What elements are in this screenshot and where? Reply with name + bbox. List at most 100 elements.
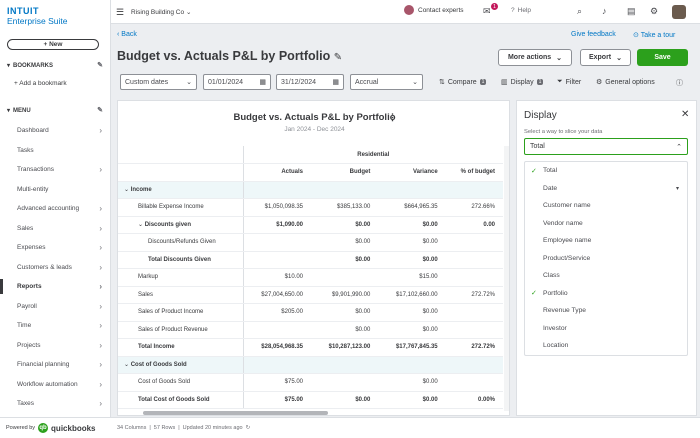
sidebar-item-sales[interactable]: Sales ›	[0, 219, 111, 239]
vertical-scrollbar[interactable]	[504, 146, 509, 411]
sidebar-item-expenses[interactable]: Expenses ›	[0, 238, 111, 258]
company-switcher[interactable]: Rising Building Co ⌄	[131, 8, 191, 16]
chevron-down-icon[interactable]: ▾	[7, 62, 10, 69]
sidebar-item-payroll[interactable]: Payroll ›	[0, 297, 111, 317]
cell-value[interactable]	[445, 233, 503, 252]
cell-value[interactable]: $1,090.00	[243, 216, 311, 234]
user-avatar[interactable]	[672, 5, 686, 19]
cell-value[interactable]: $0.00	[311, 303, 379, 322]
collapse-caret-icon[interactable]: ⌄	[138, 222, 145, 228]
table-row[interactable]: Discounts/Refunds Given $0.00 $0.00	[118, 233, 503, 252]
table-row[interactable]: Sales of Product Revenue $0.00 $0.00	[118, 321, 503, 339]
close-icon[interactable]: ✕	[681, 109, 689, 120]
slice-option-vendor-name[interactable]: Vendor name	[525, 215, 687, 233]
sidebar-item-reports[interactable]: Reports ›	[0, 277, 111, 297]
cell-value[interactable]	[243, 233, 311, 252]
display-button[interactable]: ▥ Display 1	[501, 78, 544, 86]
cell-value[interactable]: $385,133.00	[311, 198, 379, 217]
compare-button[interactable]: ⇅ Compare 1	[439, 78, 487, 86]
cell-value[interactable]	[311, 181, 379, 199]
cell-value[interactable]: $0.00	[378, 303, 446, 322]
cell-value[interactable]: $0.00	[311, 321, 379, 339]
horizontal-scrollbar[interactable]	[143, 411, 328, 415]
more-actions-button[interactable]: More actions ⌄	[498, 49, 572, 66]
export-button[interactable]: Export ⌄	[580, 49, 631, 66]
save-button[interactable]: Save	[637, 49, 688, 66]
cell-value[interactable]: $0.00	[311, 216, 379, 234]
start-date-field[interactable]: 01/01/2024 ▦	[203, 74, 271, 90]
hamburger-menu-icon[interactable]: ☰	[116, 7, 124, 18]
table-row[interactable]: Sales of Product Income $205.00 $0.00 $0.00	[118, 303, 503, 322]
cell-value[interactable]: 272.72%	[445, 286, 503, 304]
cell-value[interactable]: $27,004,650.00	[243, 286, 311, 304]
cell-value[interactable]: $0.00	[378, 391, 446, 409]
slice-option-portfolio[interactable]: ✓ Portfolio	[525, 285, 687, 303]
cell-value[interactable]	[445, 356, 503, 374]
general-options-button[interactable]: ⚙ General options	[596, 78, 655, 87]
cell-value[interactable]: $0.00	[311, 391, 379, 409]
report-more-icon[interactable]: ⋮	[388, 112, 397, 123]
table-row[interactable]: ⌄ Discounts given $1,090.00 $0.00 $0.00 0.00	[118, 216, 503, 234]
cell-value[interactable]: $17,102,660.00	[378, 286, 446, 304]
sidebar-item-taxes[interactable]: Taxes ›	[0, 394, 111, 414]
sidebar-item-time[interactable]: Time ›	[0, 316, 111, 336]
slice-option-investor[interactable]: Investor	[525, 320, 687, 338]
accounting-basis-select[interactable]: Accrual ⌄	[350, 74, 423, 90]
sidebar-item-multi-entity[interactable]: Multi-entity	[0, 180, 111, 200]
end-date-field[interactable]: 31/12/2024 ▦	[276, 74, 344, 90]
slice-select[interactable]: Total ⌃	[524, 138, 688, 155]
cell-value[interactable]: $0.00	[378, 321, 446, 339]
cell-value[interactable]: $17,767,845.35	[378, 338, 446, 357]
filter-button[interactable]: ⏷ Filter	[557, 78, 581, 86]
cell-value[interactable]: 0.00	[445, 216, 503, 234]
cell-value[interactable]: $15.00	[378, 268, 446, 287]
sidebar-item-customers-leads[interactable]: Customers & leads ›	[0, 258, 111, 278]
search-icon[interactable]: ⌕	[577, 6, 582, 17]
cell-value[interactable]: $9,901,990.00	[311, 286, 379, 304]
cell-value[interactable]: $1,050,098.35	[243, 198, 311, 217]
column-header[interactable]: % of budget	[445, 163, 503, 182]
slice-option-employee-name[interactable]: Employee name	[525, 232, 687, 250]
sidebar-item-advanced-accounting[interactable]: Advanced accounting ›	[0, 199, 111, 219]
bell-icon[interactable]: ♪	[602, 6, 607, 16]
date-range-select[interactable]: Custom dates ⌄	[120, 74, 197, 90]
cell-value[interactable]	[445, 268, 503, 287]
column-header[interactable]: Variance	[378, 163, 446, 182]
back-link[interactable]: ‹ Back	[117, 31, 137, 38]
slice-option-product-service[interactable]: Product/Service	[525, 250, 687, 268]
sidebar-item-projects[interactable]: Projects ›	[0, 336, 111, 356]
cell-value[interactable]	[311, 268, 379, 287]
table-row[interactable]: Cost of Goods Sold $75.00 $0.00	[118, 373, 503, 392]
take-tour-link[interactable]: ⊙ Take a tour	[633, 31, 675, 39]
cell-value[interactable]: $75.00	[243, 391, 311, 409]
cell-value[interactable]: $10,287,123.00	[311, 338, 379, 357]
calendar-icon[interactable]: ▦	[332, 78, 339, 86]
cell-value[interactable]	[445, 321, 503, 339]
cell-value[interactable]	[378, 356, 446, 374]
edit-bookmarks-icon[interactable]: ✎	[97, 61, 103, 69]
sidebar-item-financial-planning[interactable]: Financial planning ›	[0, 355, 111, 375]
table-row[interactable]: Markup $10.00 $15.00	[118, 268, 503, 287]
cell-value[interactable]: $10.00	[243, 268, 311, 287]
cell-value[interactable]	[311, 373, 379, 392]
cell-value[interactable]	[243, 251, 311, 269]
table-row[interactable]: ⌄ Cost of Goods Sold	[118, 356, 503, 374]
edit-menu-icon[interactable]: ✎	[97, 106, 103, 114]
cell-value[interactable]	[445, 181, 503, 199]
cell-value[interactable]: $205.00	[243, 303, 311, 322]
info-icon[interactable]: ⓘ	[676, 78, 683, 88]
cell-value[interactable]: $0.00	[311, 233, 379, 252]
table-row[interactable]: Billable Expense Income $1,050,098.35 $385…	[118, 198, 503, 217]
cell-value[interactable]: $0.00	[378, 373, 446, 392]
cell-value[interactable]: 0.00%	[445, 391, 503, 409]
table-row[interactable]: Total Cost of Goods Sold $75.00 $0.00 $0.00…	[118, 391, 503, 409]
calendar-icon[interactable]: ▦	[259, 78, 266, 86]
cell-value[interactable]: $75.00	[243, 373, 311, 392]
add-bookmark-link[interactable]: + Add a bookmark	[14, 80, 67, 87]
slice-option-customer-name[interactable]: Customer name	[525, 197, 687, 215]
column-header[interactable]: Budget	[311, 163, 379, 182]
slice-option-class[interactable]: Class	[525, 267, 687, 285]
edit-title-icon[interactable]: ✎	[334, 52, 342, 63]
cell-value[interactable]	[445, 303, 503, 322]
slice-option-revenue-type[interactable]: Revenue Type	[525, 302, 687, 320]
